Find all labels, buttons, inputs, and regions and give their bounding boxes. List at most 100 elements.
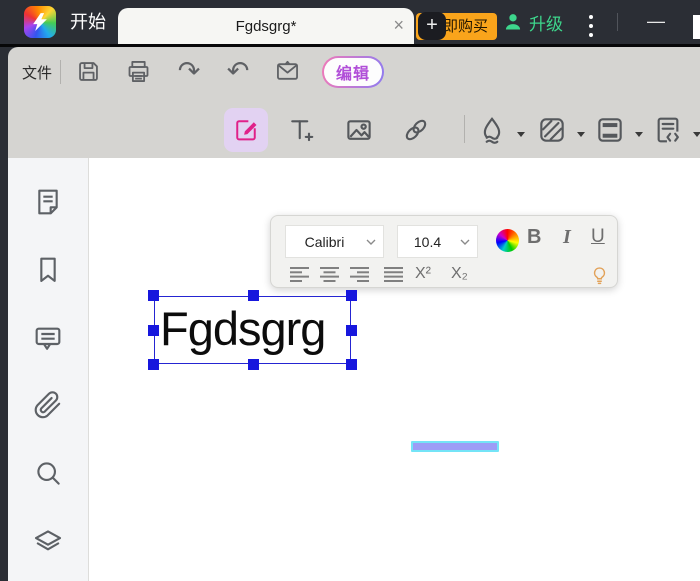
redo-icon: ↷ [178,58,201,85]
tip-lightbulb-button[interactable] [587,265,611,283]
resize-handle-top-right[interactable] [346,290,357,301]
align-center-icon [319,266,340,282]
add-text-icon [286,115,316,145]
tab-document[interactable]: Fgdsgrg* × [118,8,414,44]
chevron-down-icon [363,234,379,250]
subscript-button[interactable]: X₂ [451,265,468,283]
code-document-icon [652,114,684,146]
edit-pencil-icon [232,116,260,144]
tab-home[interactable]: 开始 [64,0,112,44]
add-text-button[interactable] [283,112,319,148]
code-document-dropdown-caret[interactable] [693,132,700,141]
font-size-select[interactable]: 10.4 [397,225,478,258]
document-title: Fgdsgrg* [236,18,297,35]
app-logo-icon[interactable] [24,6,56,38]
text-box-content[interactable]: Fgdsgrg [160,294,350,362]
file-menu[interactable]: 文件 [22,62,52,83]
background-dropdown-caret[interactable] [577,132,585,141]
header-footer-icon [594,114,626,146]
close-tab-icon[interactable]: × [393,8,404,44]
resize-handle-top-left[interactable] [148,290,159,301]
font-family-value: Calibri [286,234,363,250]
upgrade-label: 升级 [529,10,563,35]
link-icon [401,115,431,145]
font-color-wheel-button[interactable] [496,229,519,252]
watermark-dropdown-caret[interactable] [517,132,525,141]
add-image-button[interactable] [341,112,377,148]
lightbulb-icon [589,265,610,286]
sidebar-item-page-thumbnails[interactable] [26,180,70,224]
left-sidebar [8,158,89,581]
user-icon [503,12,523,32]
toolbar-divider [60,60,61,84]
chevron-down-icon [457,234,473,250]
image-icon [344,115,374,145]
edit-text-tool-active[interactable] [224,108,268,152]
titlebar: 开始 Fgdsgrg* × 即购买 + 升级 — [0,0,700,44]
superscript-button[interactable]: X² [415,265,431,283]
ribbon-toolbar: 文件 ↷ [8,47,700,158]
print-button[interactable] [120,53,156,89]
minimize-button[interactable]: — [643,14,669,32]
sidebar-item-attachments[interactable] [26,383,70,427]
main-area: Calibri 10.4 B I U [8,158,700,581]
page-background-button[interactable] [534,112,570,148]
sidebar-item-bookmarks[interactable] [26,248,70,292]
resize-handle-middle-right[interactable] [346,325,357,336]
content-area: 文件 ↷ [8,47,700,581]
justify-icon [383,266,404,282]
undo-button[interactable]: ↶ [220,53,256,89]
bookmark-icon [32,254,64,286]
edit-mode-button[interactable]: 编辑 [322,56,384,88]
background-icon [536,114,568,146]
undo-icon: ↶ [227,58,250,85]
document-canvas[interactable]: Calibri 10.4 B I U [89,158,700,581]
align-right-button[interactable] [347,265,371,283]
header-footer-dropdown-caret[interactable] [635,132,643,141]
mail-button[interactable] [269,53,305,89]
watermark-icon [476,114,508,146]
titlebar-divider [617,13,618,31]
bold-button[interactable]: B [527,226,541,249]
selected-text-box[interactable]: Fgdsgrg [154,296,351,364]
align-left-button[interactable] [287,265,311,283]
paperclip-icon [32,389,64,421]
print-icon [125,58,152,85]
layers-icon [32,525,64,557]
sidebar-item-comments[interactable] [26,316,70,360]
font-family-select[interactable]: Calibri [285,225,384,258]
header-footer-button[interactable] [592,112,628,148]
align-left-icon [289,266,310,282]
mail-icon [274,58,301,85]
sidebar-item-search[interactable] [26,451,70,495]
align-right-icon [349,266,370,282]
text-format-toolbar: Calibri 10.4 B I U [270,215,618,288]
resize-handle-middle-left[interactable] [148,325,159,336]
save-button[interactable] [70,53,106,89]
search-icon [32,457,64,489]
page-thumbnails-icon [32,186,64,218]
italic-button[interactable]: I [563,226,571,249]
comment-icon [32,322,64,354]
font-size-value: 10.4 [398,234,457,250]
resize-handle-top-middle[interactable] [248,290,259,301]
toolbar-divider [464,115,465,143]
save-icon [75,58,102,85]
new-tab-button[interactable]: + [418,12,446,40]
lightning-a-icon [29,11,51,33]
align-center-button[interactable] [317,265,341,283]
maximize-button[interactable] [693,15,700,39]
redo-button[interactable]: ↷ [171,53,207,89]
sidebar-item-layers[interactable] [26,519,70,563]
resize-handle-bottom-left[interactable] [148,359,159,370]
watermark-button[interactable] [474,112,510,148]
add-link-button[interactable] [398,112,434,148]
highlighted-element-bar[interactable] [411,441,499,452]
resize-handle-bottom-middle[interactable] [248,359,259,370]
more-menu-button[interactable] [586,15,596,37]
code-document-button[interactable] [650,112,686,148]
underline-button[interactable]: U [591,226,605,248]
justify-button[interactable] [381,265,405,283]
upgrade-button[interactable]: 升级 [503,10,563,34]
resize-handle-bottom-right[interactable] [346,359,357,370]
